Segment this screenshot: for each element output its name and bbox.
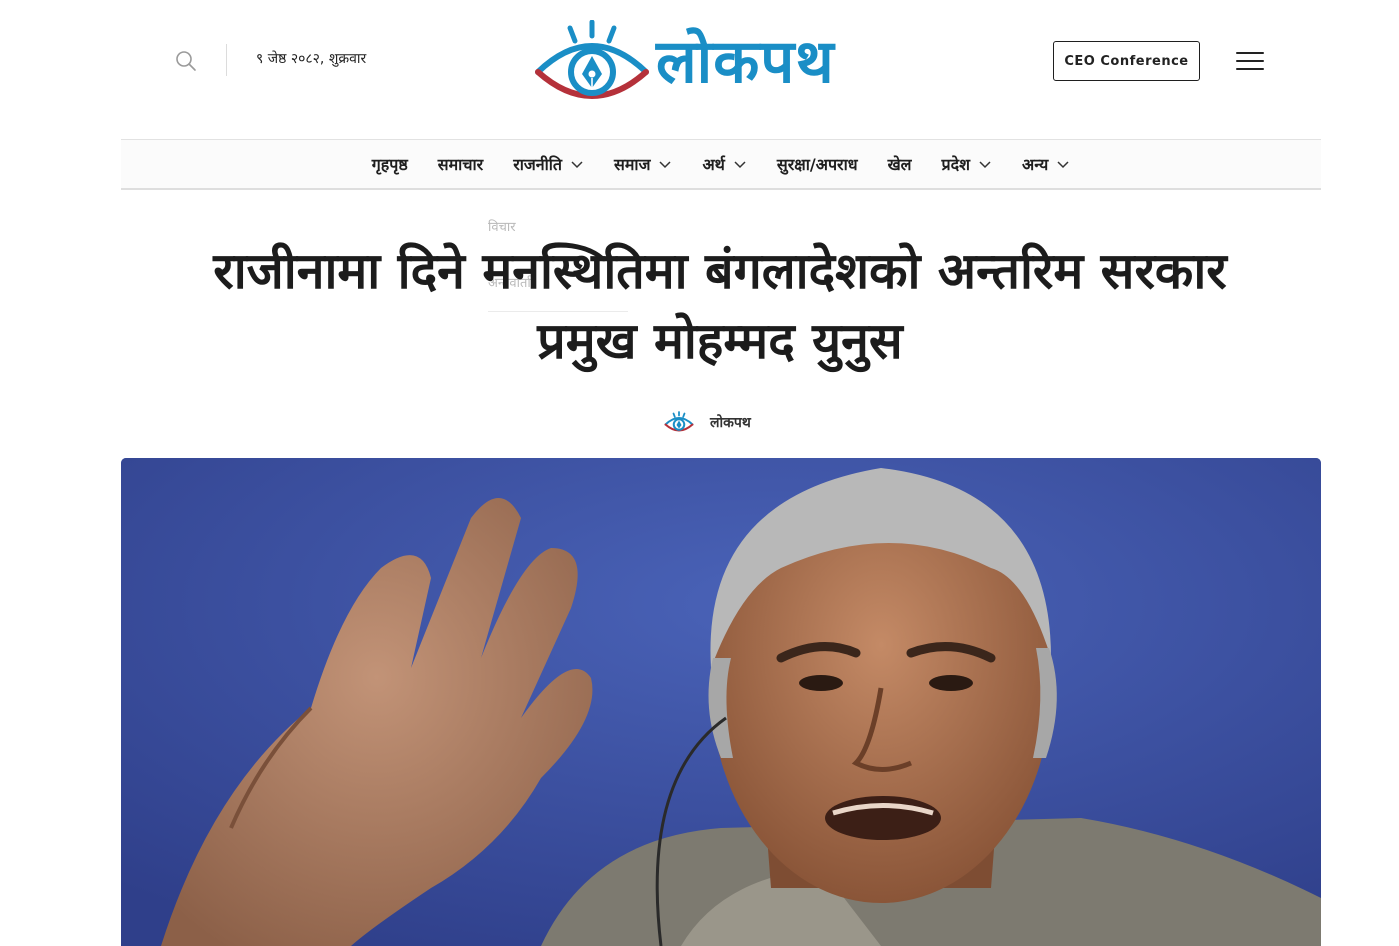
- chevron-down-icon: [571, 161, 583, 169]
- nav-item-label: गृहपृष्ठ: [371, 155, 408, 174]
- nav-item-label: सुरक्षा/अपराध: [776, 155, 858, 174]
- logo-eye-icon: [535, 20, 649, 99]
- nav-item-other[interactable]: अन्य: [1007, 140, 1085, 188]
- nav-item-label: समाज: [614, 155, 651, 174]
- site-logo[interactable]: लोकपथ: [532, 20, 912, 104]
- site-header: ९ जेष्ठ २०८२, शुक्रवार लोकपथ CEO Confere…: [0, 0, 1399, 120]
- menu-bar: [1236, 52, 1264, 54]
- nav-item-politics[interactable]: राजनीति: [498, 140, 599, 188]
- article-title: राजीनामा दिने मनस्थितिमा बंगलादेशको अन्त…: [140, 236, 1300, 376]
- logo-text: लोकपथ: [656, 27, 835, 97]
- chevron-down-icon: [734, 161, 746, 169]
- author-logo-icon: [664, 411, 694, 432]
- ceo-conference-button[interactable]: CEO Conference: [1053, 41, 1200, 81]
- menu-bar: [1236, 60, 1264, 62]
- nav-item-society[interactable]: समाज: [599, 140, 687, 188]
- nav-item-label: समाचार: [437, 155, 484, 174]
- nav-item-label: खेल: [887, 155, 912, 174]
- chevron-down-icon: [1057, 161, 1069, 169]
- chevron-down-icon: [659, 161, 671, 169]
- nav-item-label: अन्य: [1022, 155, 1049, 174]
- nav-item-news[interactable]: समाचार: [423, 140, 498, 188]
- nav-item-economy[interactable]: अर्थ: [687, 140, 761, 188]
- article-byline: लोकपथ: [664, 408, 751, 436]
- nav-item-home[interactable]: गृहपृष्ठ: [357, 140, 423, 188]
- nav-item-label: राजनीति: [513, 155, 563, 174]
- article-title-line2: प्रमुख मोहम्मद युनुस: [537, 312, 903, 370]
- main-nav: गृहपृष्ठ समाचार राजनीति समाज अर्थ सुरक्ष…: [121, 139, 1321, 190]
- menu-icon[interactable]: [1236, 50, 1264, 72]
- search-icon[interactable]: [175, 50, 197, 72]
- nav-item-security-crime[interactable]: सुरक्षा/अपराध: [762, 140, 873, 188]
- menu-bar: [1236, 68, 1264, 70]
- hero-photo-illustration: [121, 458, 1321, 946]
- current-date: ९ जेष्ठ २०८२, शुक्रवार: [256, 51, 367, 67]
- author-name[interactable]: लोकपथ: [710, 413, 751, 432]
- hero-image: [121, 458, 1321, 946]
- article-title-line1: राजीनामा दिने मनस्थितिमा बंगलादेशको अन्त…: [213, 242, 1227, 300]
- nav-item-sports[interactable]: खेल: [873, 140, 927, 188]
- nav-item-province[interactable]: प्रदेश: [927, 140, 1007, 188]
- header-divider: [226, 44, 227, 76]
- chevron-down-icon: [979, 161, 991, 169]
- nav-item-label: अर्थ: [702, 155, 725, 174]
- nav-item-label: प्रदेश: [941, 155, 970, 174]
